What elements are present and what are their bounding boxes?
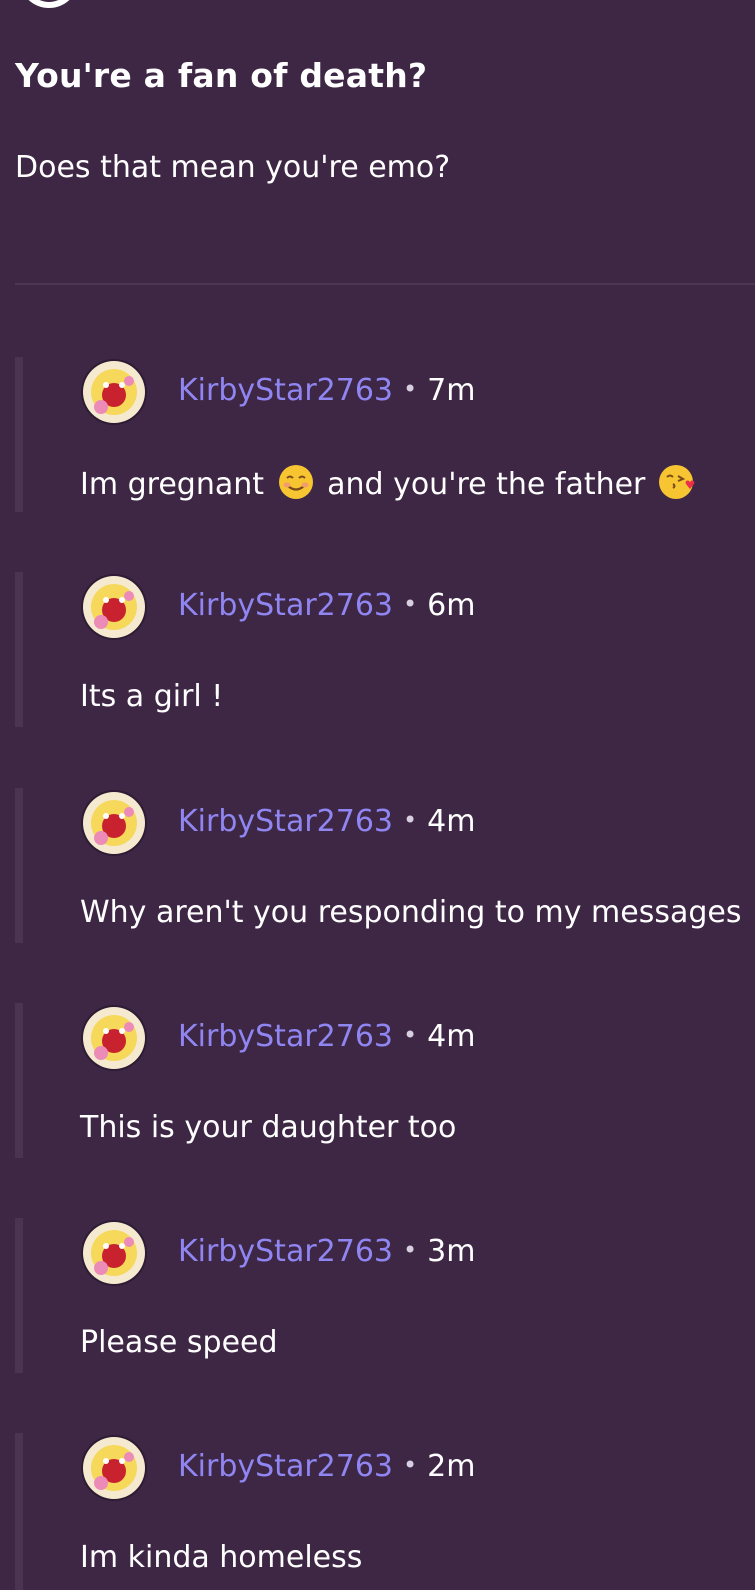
- reply-avatar[interactable]: [81, 1220, 147, 1286]
- post-body: Does that mean you're emo?: [15, 150, 451, 185]
- reply-username[interactable]: KirbyStar2763: [178, 373, 393, 408]
- reply-text: Its a girl !: [80, 679, 224, 714]
- reply-text: Im gregnant and you're the father: [80, 464, 699, 502]
- reply-username[interactable]: KirbyStar2763: [178, 588, 393, 623]
- meta-separator: •: [403, 590, 418, 618]
- thread-bar: [15, 572, 23, 727]
- reply-meta: KirbyStar2763 • 7m: [178, 373, 475, 408]
- kirby-avatar-icon: [83, 1007, 145, 1069]
- reply-avatar[interactable]: [81, 574, 147, 640]
- smiling-face-icon: [278, 465, 313, 499]
- reply-username[interactable]: KirbyStar2763: [178, 1019, 393, 1054]
- reply-text-part: Im gregnant: [80, 467, 264, 502]
- reply-time: 2m: [427, 1449, 476, 1484]
- reply-time: 4m: [427, 1019, 476, 1054]
- kirby-avatar-icon: [83, 361, 145, 423]
- meta-separator: •: [403, 1021, 418, 1049]
- reply-text-part: and you're the father: [327, 467, 646, 502]
- thread-bar: [15, 1433, 23, 1590]
- thread-bar: [15, 1003, 23, 1158]
- reply-time: 7m: [427, 373, 476, 408]
- reply-time: 6m: [427, 588, 476, 623]
- post-page: You're a fan of death? Does that mean yo…: [0, 0, 755, 1590]
- meta-separator: •: [403, 1451, 418, 1479]
- meta-separator: •: [403, 806, 418, 834]
- reply-meta: KirbyStar2763 • 2m: [178, 1449, 475, 1484]
- reply-text: Why aren't you responding to my messages: [80, 895, 742, 930]
- profile-avatar-icon: [28, 0, 70, 8]
- reply-avatar[interactable]: [81, 359, 147, 425]
- kirby-avatar-icon: [83, 576, 145, 638]
- thread-bar: [15, 788, 23, 943]
- reply-avatar[interactable]: [81, 1005, 147, 1071]
- reply-avatar[interactable]: [81, 1435, 147, 1501]
- reply-username[interactable]: KirbyStar2763: [178, 1234, 393, 1269]
- reply-text: Please speed: [80, 1325, 278, 1360]
- divider: [15, 283, 755, 285]
- reply-username[interactable]: KirbyStar2763: [178, 1449, 393, 1484]
- kirby-avatar-icon: [83, 1222, 145, 1284]
- reply-meta: KirbyStar2763 • 4m: [178, 804, 475, 839]
- reply-time: 4m: [427, 804, 476, 839]
- reply-text: Im kinda homeless: [80, 1540, 363, 1575]
- reply-username[interactable]: KirbyStar2763: [178, 804, 393, 839]
- thread-bar: [15, 357, 23, 512]
- reply-text: This is your daughter too: [80, 1110, 457, 1145]
- reply-meta: KirbyStar2763 • 6m: [178, 588, 475, 623]
- meta-separator: •: [403, 1236, 418, 1264]
- author-avatar[interactable]: [15, 0, 83, 20]
- reply-meta: KirbyStar2763 • 3m: [178, 1234, 475, 1269]
- meta-separator: •: [403, 375, 418, 403]
- kirby-avatar-icon: [83, 1437, 145, 1499]
- post-title: You're a fan of death?: [15, 56, 428, 95]
- thread-bar: [15, 1218, 23, 1373]
- reply-meta: KirbyStar2763 • 4m: [178, 1019, 475, 1054]
- reply-avatar[interactable]: [81, 790, 147, 856]
- kirby-avatar-icon: [83, 792, 145, 854]
- kissing-face-with-heart-icon: [658, 465, 695, 499]
- reply-time: 3m: [427, 1234, 476, 1269]
